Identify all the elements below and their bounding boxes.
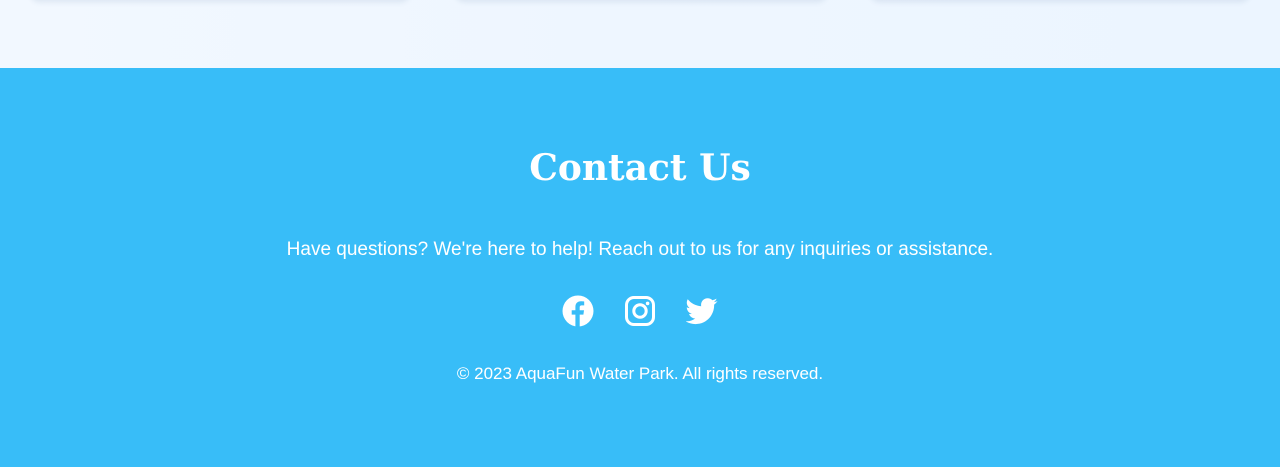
contact-title: Contact Us xyxy=(529,147,751,189)
instagram-icon xyxy=(625,296,655,326)
contact-footer: Contact Us Have questions? We're here to… xyxy=(0,68,1280,467)
twitter-link[interactable] xyxy=(686,295,718,327)
previous-section-bottom xyxy=(0,0,1280,68)
twitter-icon xyxy=(686,298,718,325)
instagram-link[interactable] xyxy=(624,295,656,327)
facebook-link[interactable] xyxy=(562,295,594,327)
contact-description: Have questions? We're here to help! Reac… xyxy=(286,239,994,260)
copyright-text: © 2023 AquaFun Water Park. All rights re… xyxy=(456,364,824,383)
facebook-icon xyxy=(562,295,594,327)
social-links xyxy=(0,295,1280,327)
